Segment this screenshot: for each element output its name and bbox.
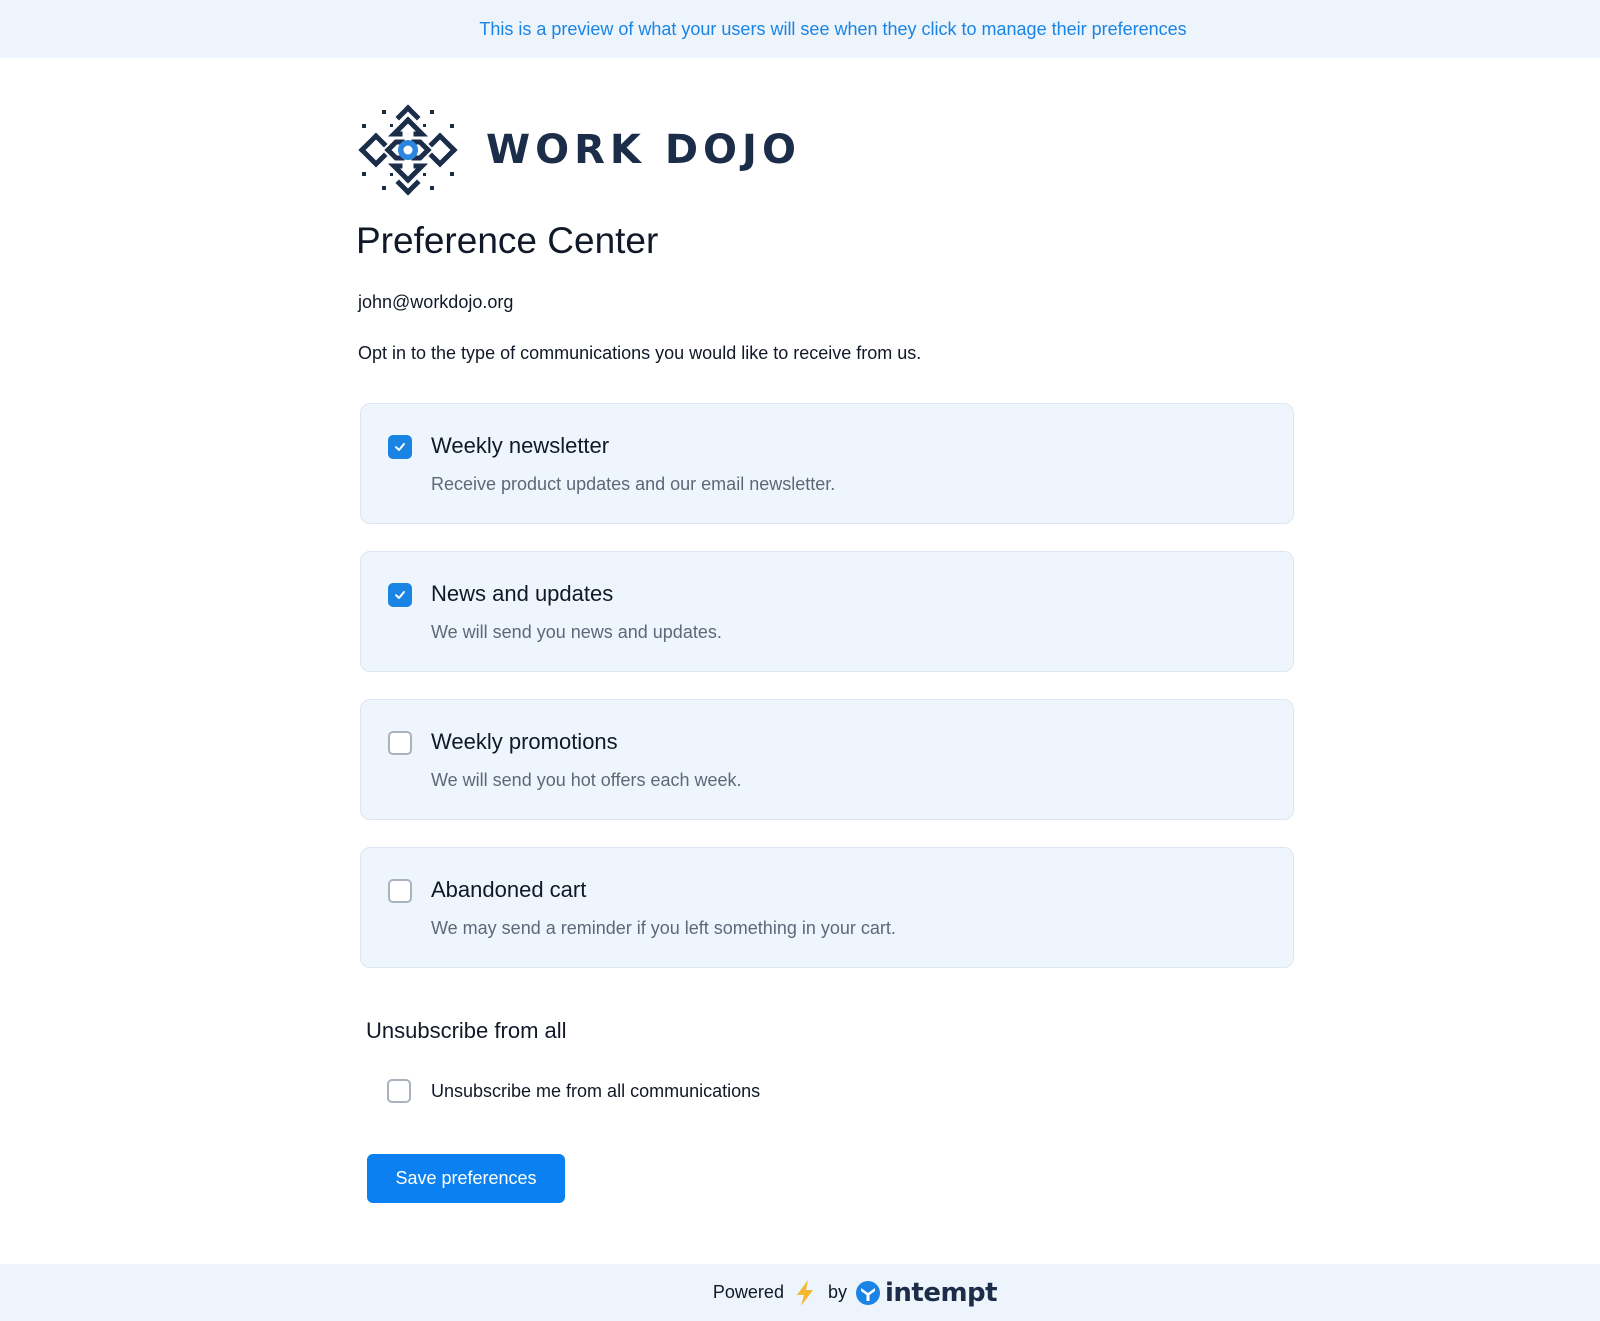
preference-card-weekly-newsletter[interactable]: Weekly newsletter Receive product update… (360, 403, 1294, 524)
preference-list: Weekly newsletter Receive product update… (360, 403, 1294, 995)
save-preferences-button[interactable]: Save preferences (367, 1154, 565, 1203)
user-email: john@workdojo.org (358, 292, 514, 312)
work-dojo-logo-icon (358, 104, 458, 196)
preference-description: We will send you hot offers each week. (431, 770, 742, 790)
powered-by: Powered by intempt (712, 1278, 998, 1308)
preference-title: Abandoned cart (431, 877, 587, 902)
intro-text: Opt in to the type of communications you… (358, 343, 922, 363)
by-text: by (827, 1282, 847, 1302)
unsubscribe-heading: Unsubscribe from all (366, 1018, 567, 1043)
check-icon (395, 591, 405, 599)
preference-checkbox[interactable] (388, 879, 412, 903)
lightning-bolt-icon (796, 1279, 813, 1306)
unsubscribe-all-option[interactable]: Unsubscribe me from all communications (387, 1078, 760, 1104)
preference-checkbox[interactable] (388, 731, 412, 755)
intempt-logo-icon (855, 1280, 880, 1305)
preference-title: News and updates (431, 581, 614, 606)
check-icon (395, 443, 405, 451)
preference-description: Receive product updates and our email ne… (431, 474, 836, 494)
intempt-wordmark[interactable]: intempt (885, 1278, 998, 1308)
powered-text: Powered (712, 1282, 784, 1302)
unsubscribe-all-checkbox[interactable] (387, 1079, 411, 1103)
unsubscribe-all-label: Unsubscribe me from all communications (431, 1080, 761, 1101)
preference-checkbox[interactable] (388, 435, 412, 459)
preference-description: We will send you news and updates. (431, 622, 722, 642)
footer: Powered by intempt (0, 1264, 1600, 1321)
preference-card-abandoned-cart[interactable]: Abandoned cart We may send a reminder if… (360, 847, 1294, 968)
brand: WORK DOJO (358, 102, 801, 198)
preference-description: We may send a reminder if you left somet… (431, 918, 896, 938)
preference-title: Weekly promotions (431, 729, 618, 754)
preference-checkbox[interactable] (388, 583, 412, 607)
brand-name: WORK DOJO (486, 127, 801, 173)
preview-banner: This is a preview of what your users wil… (0, 0, 1600, 58)
preview-banner-text: This is a preview of what your users wil… (479, 18, 1187, 39)
preference-card-news-and-updates[interactable]: News and updates We will send you news a… (360, 551, 1294, 672)
preference-card-weekly-promotions[interactable]: Weekly promotions We will send you hot o… (360, 699, 1294, 820)
preference-title: Weekly newsletter (431, 433, 610, 458)
page-title: Preference Center (356, 220, 659, 261)
